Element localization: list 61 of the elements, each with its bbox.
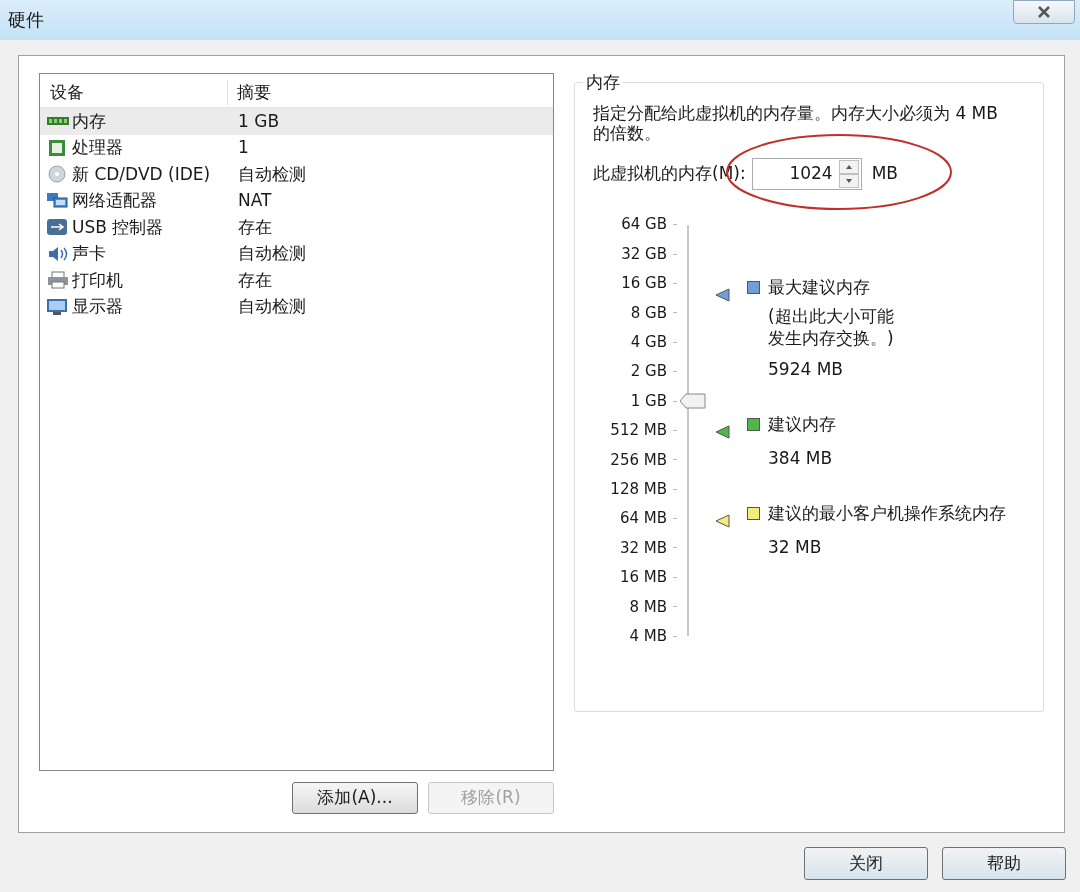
scale-label: 128 MB	[610, 478, 667, 500]
column-header[interactable]: 设备	[40, 79, 228, 105]
device-summary: 自动检测	[238, 162, 306, 186]
device-name: 处理器	[72, 136, 123, 159]
printer-icon	[46, 271, 70, 290]
device-summary: 自动检测	[238, 295, 306, 318]
legend-value: 5924 MB	[768, 357, 844, 381]
network-icon	[46, 191, 70, 210]
scale-label: 8 MB	[629, 596, 667, 618]
device-name: 网络适配器	[72, 189, 157, 212]
close-icon	[1037, 6, 1051, 18]
device-summary: 存在	[238, 215, 272, 239]
scale-label: 64 MB	[619, 508, 667, 530]
scale-label: 64 GB	[621, 214, 667, 236]
device-name: 声卡	[72, 242, 106, 265]
usb-icon	[46, 218, 70, 237]
close-button[interactable]	[1013, 0, 1075, 24]
close-dialog-button[interactable]: 关闭	[804, 847, 928, 880]
legend-note: 发生内存交换。)	[768, 326, 894, 349]
legend-value: 32 MB	[768, 535, 823, 559]
window-title: 硬件	[8, 8, 44, 32]
monitor-icon	[46, 297, 70, 316]
memory-description: 指定分配给此虚拟机的内存量。内存大小必须为 4 MB 的倍数。	[593, 103, 999, 143]
memory-value: 1024	[788, 162, 834, 186]
device-name: 新 CD/DVD (IDE)	[72, 162, 211, 186]
scale-label: 512 MB	[610, 420, 667, 442]
device-name: USB 控制器	[72, 215, 164, 239]
slider-thumb[interactable]	[679, 393, 707, 410]
legend-label: 最大建议内存	[768, 276, 870, 299]
legend-label: 建议的最小客户机操作系统内存	[768, 502, 1006, 525]
scale-label: 8 GB	[630, 302, 667, 324]
scale-label: 1 GB	[630, 390, 667, 412]
device-summary: NAT	[238, 189, 272, 212]
device-summary: 1 GB	[238, 109, 280, 133]
device-name: 内存	[72, 109, 106, 133]
device-summary: 自动检测	[238, 242, 306, 265]
device-name: 显示器	[72, 295, 123, 318]
memory-unit: MB	[871, 162, 898, 186]
scale-label: 4 MB	[629, 625, 667, 647]
scale-label: 32 MB	[619, 537, 667, 559]
legend-label: 建议内存	[768, 413, 836, 436]
marker-icon	[715, 287, 731, 303]
scale-label: 16 GB	[621, 273, 667, 295]
help-button[interactable]: 帮助	[942, 847, 1066, 880]
scale-label: 32 GB	[621, 243, 667, 265]
marker-icon	[715, 513, 731, 529]
scale-label: 2 GB	[630, 361, 667, 383]
marker-icon	[715, 424, 731, 440]
memory-spinbox[interactable]: 1024	[751, 158, 862, 190]
device-summary: 1	[238, 136, 249, 159]
device-name: 打印机	[72, 268, 123, 292]
scale-label: 16 MB	[619, 567, 667, 589]
device-row[interactable]: 内存 1 GB	[40, 108, 553, 135]
scale-label: 256 MB	[610, 449, 667, 471]
add-button[interactable]: 添加(A)...	[292, 782, 418, 814]
legend-note: (超出此大小可能	[768, 304, 894, 327]
legend-value: 384 MB	[768, 446, 834, 470]
device-summary: 存在	[238, 268, 272, 292]
column-header[interactable]: 摘要	[228, 79, 271, 105]
scale-label: 4 GB	[630, 332, 667, 353]
speaker-icon	[46, 244, 70, 263]
